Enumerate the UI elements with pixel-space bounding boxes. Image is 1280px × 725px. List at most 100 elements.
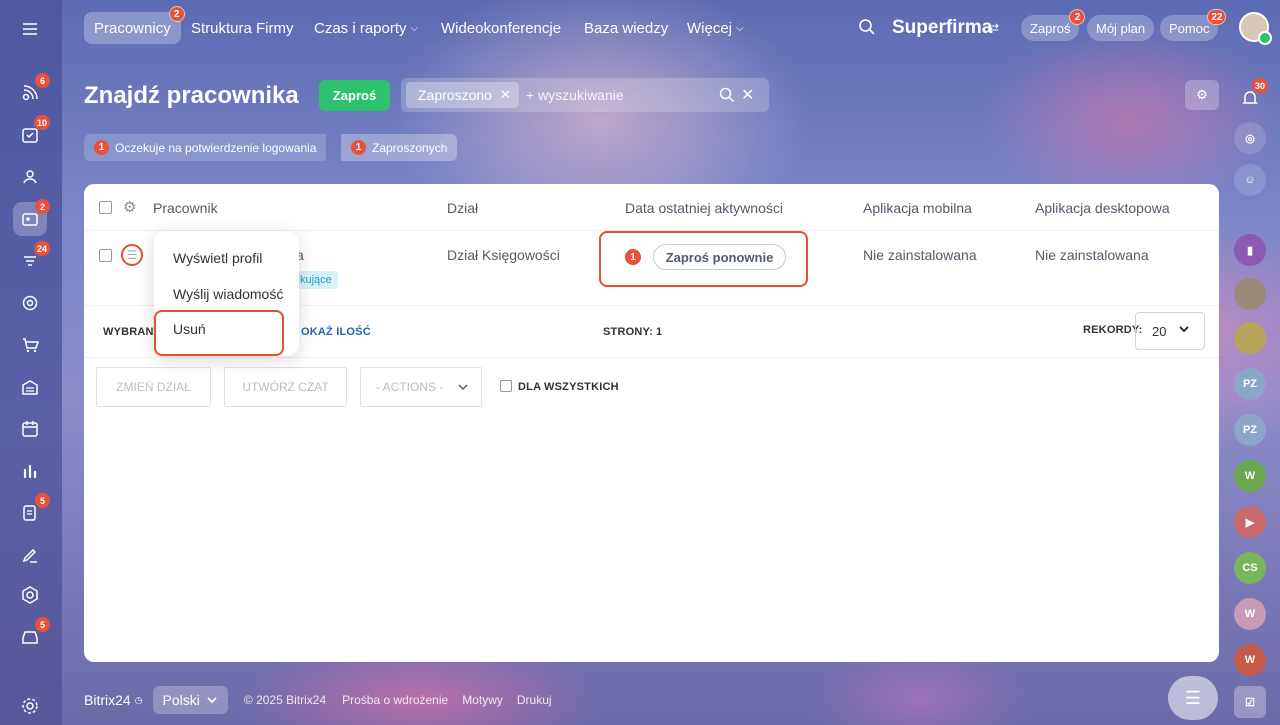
nav-label: Baza wiedzy bbox=[584, 19, 669, 37]
nav-employees[interactable]: Pracownicy 2 bbox=[84, 6, 185, 44]
page-footer: Bitrix24 ◷ Polski © 2025 Bitrix24 Prośba … bbox=[84, 686, 552, 714]
swap-icon[interactable]: ⇄ bbox=[989, 21, 999, 35]
row-checkbox[interactable] bbox=[99, 249, 112, 262]
chat-icon[interactable]: ☺ bbox=[1234, 164, 1266, 196]
chat-avatar-pz[interactable]: PZ bbox=[1234, 414, 1266, 446]
chip-label: Zaproszonych bbox=[372, 140, 448, 155]
menu-item-send-message[interactable]: Wyślij wiadomość bbox=[173, 286, 283, 302]
column-header[interactable]: Pracownik bbox=[153, 200, 218, 216]
nav-videoconf[interactable]: Wideokonferencje bbox=[431, 12, 571, 44]
column-header[interactable]: Data ostatniej aktywności bbox=[625, 200, 783, 216]
chat-avatar-w[interactable]: W bbox=[1234, 644, 1266, 676]
gear-icon[interactable]: ⚙ bbox=[123, 198, 136, 216]
column-header[interactable]: Dział bbox=[447, 200, 478, 216]
rail-badge: 2 bbox=[35, 199, 50, 214]
chip-label: Oczekuje na potwierdzenie logowania bbox=[115, 140, 317, 155]
menu-item-delete[interactable]: Usuń bbox=[173, 321, 206, 337]
row-menu-icon[interactable]: ☰ bbox=[121, 244, 143, 266]
employees-icon[interactable]: 2 bbox=[13, 199, 50, 236]
recent-chat-avatar[interactable] bbox=[1234, 322, 1266, 354]
calendar-icon[interactable] bbox=[13, 412, 47, 446]
clear-icon[interactable]: ✕ bbox=[741, 85, 754, 105]
nav-knowledge[interactable]: Baza wiedzy bbox=[574, 12, 678, 44]
menu-item-view-profile[interactable]: Wyświetl profil bbox=[173, 250, 262, 266]
for-all-checkbox[interactable] bbox=[500, 380, 512, 392]
search-filter[interactable]: Zaproszono ✕ + wyszukiwanie ✕ bbox=[401, 78, 769, 112]
search-icon[interactable] bbox=[719, 87, 735, 106]
show-count-link[interactable]: OKAŻ ILOŚĆ bbox=[301, 326, 371, 338]
rail-badge: 5 bbox=[35, 493, 50, 508]
chat-avatar-cs[interactable]: CS bbox=[1234, 552, 1266, 584]
chat-avatar-w[interactable]: W bbox=[1234, 460, 1266, 492]
settings-icon[interactable] bbox=[13, 689, 47, 723]
counter-chip-invited[interactable]: 1 Zaproszonych bbox=[341, 134, 458, 161]
change-department-button[interactable]: ZMIEŃ DZIAŁ bbox=[96, 367, 211, 407]
search-icon[interactable] bbox=[858, 18, 876, 39]
filter-tag[interactable]: Zaproszono ✕ bbox=[406, 82, 519, 108]
actions-select[interactable]: - ACTIONS - bbox=[360, 367, 482, 407]
contacts-icon[interactable] bbox=[13, 160, 47, 194]
avatar[interactable] bbox=[1239, 12, 1272, 45]
filter-tag-label: Zaproszono bbox=[418, 87, 492, 103]
tasks-icon[interactable]: 10 bbox=[13, 115, 50, 152]
tasks-check-icon[interactable]: ☑ bbox=[1234, 686, 1266, 718]
hexagon-icon[interactable] bbox=[13, 578, 47, 612]
reinvite-button[interactable]: Zaproś ponownie bbox=[653, 244, 786, 270]
nav-label: Pracownicy bbox=[94, 19, 171, 37]
my-plan-pill[interactable]: Mój plan bbox=[1087, 15, 1155, 41]
feed-icon[interactable]: 6 bbox=[13, 73, 50, 110]
company-name[interactable]: Superfirma bbox=[892, 17, 992, 39]
inbox-icon[interactable]: 5 bbox=[13, 617, 50, 654]
search-input[interactable]: + wyszukiwanie bbox=[526, 87, 624, 103]
department-cell: Dział Księgowości bbox=[447, 247, 560, 263]
notes-icon[interactable]: ▮ bbox=[1234, 234, 1266, 266]
video-icon[interactable]: ▶ bbox=[1234, 506, 1266, 538]
sign-icon[interactable] bbox=[13, 538, 47, 572]
target-icon[interactable] bbox=[13, 286, 47, 320]
pill-label: Zaproś bbox=[1030, 20, 1071, 36]
select-all-checkbox[interactable] bbox=[99, 201, 112, 214]
warehouse-icon[interactable] bbox=[13, 370, 47, 404]
create-chat-button[interactable]: UTWÓRZ CZAT bbox=[224, 367, 347, 407]
stream-icon[interactable]: 24 bbox=[13, 241, 50, 278]
chat-avatar-w[interactable]: W bbox=[1234, 598, 1266, 630]
cart-icon[interactable] bbox=[13, 328, 47, 362]
analytics-icon[interactable] bbox=[13, 454, 47, 488]
chip-count: 1 bbox=[94, 140, 109, 155]
nav-time-reports[interactable]: Czas i raporty ⌵ bbox=[304, 12, 428, 44]
chevron-down-icon bbox=[207, 697, 217, 704]
rail-badge: 24 bbox=[33, 241, 50, 256]
row-context-menu: Wyświetl profil Wyślij wiadomość Usuń bbox=[154, 231, 299, 356]
invite-button[interactable]: Zaproś bbox=[319, 80, 390, 111]
brand-logo: Bitrix24 bbox=[84, 692, 131, 708]
footer-link[interactable]: Prośba o wdrożenie bbox=[342, 693, 448, 707]
footer-link[interactable]: Drukuj bbox=[517, 693, 552, 707]
chip-count: 1 bbox=[351, 140, 366, 155]
copilot-icon[interactable]: ◎ bbox=[1234, 122, 1266, 154]
recent-chat-avatar[interactable] bbox=[1234, 278, 1266, 310]
top-navigation: Pracownicy 2 Struktura Firmy Czas i rapor… bbox=[62, 0, 1280, 56]
nav-structure[interactable]: Struktura Firmy bbox=[181, 12, 304, 44]
column-header[interactable]: Aplikacja mobilna bbox=[863, 200, 972, 216]
quick-menu-button[interactable]: ☰ bbox=[1168, 676, 1218, 720]
chevron-down-icon: ⌵ bbox=[410, 22, 419, 34]
column-header[interactable]: Aplikacja desktopowa bbox=[1035, 200, 1170, 216]
invite-pill[interactable]: Zaproś 2 bbox=[1021, 9, 1086, 41]
pages-label: STRONY: bbox=[603, 326, 654, 338]
bell-icon[interactable]: 30 bbox=[1234, 78, 1268, 114]
page-title: Znajdź pracownika bbox=[84, 82, 299, 109]
copyright: © 2025 Bitrix24 bbox=[243, 693, 327, 707]
help-pill[interactable]: Pomoc 22 bbox=[1160, 9, 1227, 41]
nav-more[interactable]: Więcej ⌵ bbox=[677, 12, 754, 44]
footer-link[interactable]: Motywy bbox=[462, 693, 503, 707]
menu-icon[interactable] bbox=[13, 12, 47, 46]
gear-icon[interactable]: ⚙ bbox=[1185, 80, 1219, 110]
actions-select-value: - ACTIONS - bbox=[376, 380, 444, 394]
counter-chip-pending[interactable]: 1 Oczekuje na potwierdzenie logowania bbox=[84, 134, 327, 161]
remove-tag-icon[interactable]: ✕ bbox=[500, 87, 511, 103]
language-select[interactable]: Polski bbox=[152, 686, 228, 714]
chat-avatar-pz[interactable]: PZ bbox=[1234, 368, 1266, 400]
docs-icon[interactable]: 5 bbox=[13, 493, 50, 530]
help-badge: 22 bbox=[1207, 9, 1227, 25]
records-select[interactable]: 20 bbox=[1135, 312, 1205, 350]
